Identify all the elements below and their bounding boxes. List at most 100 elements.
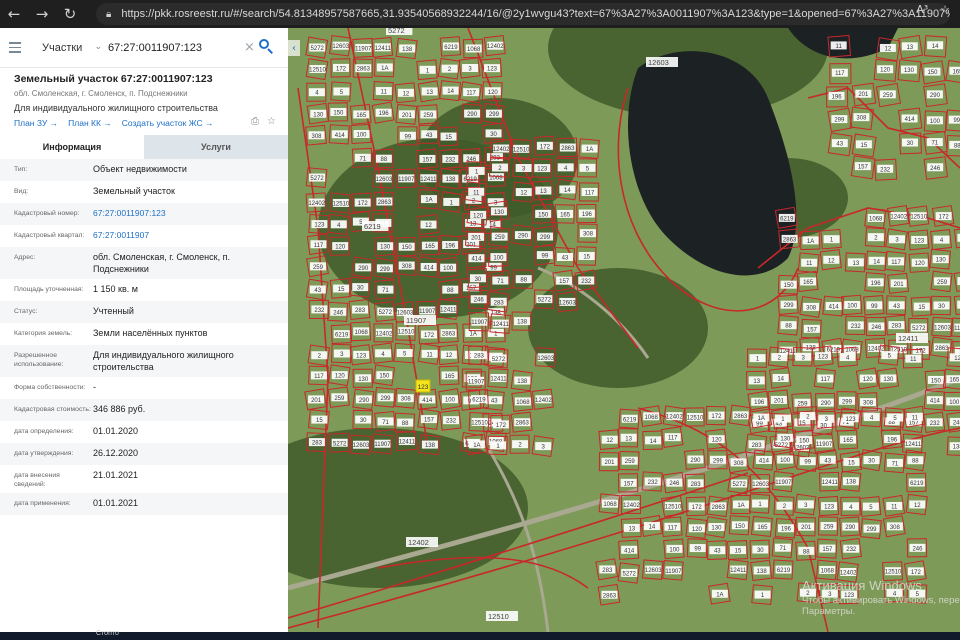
parcel-label: 308 (806, 305, 817, 311)
map-canvas[interactable]: 5272 12603 11907 12411 138 6219 1068 12402 12510… (288, 28, 960, 632)
search-button[interactable] (258, 38, 274, 54)
browser-actions: A³ ☆ (916, 3, 950, 16)
parcel-label: 15 (848, 460, 855, 466)
parcel-label: 12411 (399, 440, 416, 446)
info-value[interactable]: 67:27:0011907:123 (93, 207, 288, 219)
tab-information[interactable]: Информация (0, 135, 144, 159)
parcel-label: 201 (894, 282, 905, 288)
parcel-label: 11907 (355, 46, 372, 52)
parcel-label: 138 (953, 445, 960, 451)
star-icon[interactable]: ☆ (267, 116, 276, 127)
parcel-label: 6219 (472, 398, 486, 404)
parcel-label: 30 (475, 277, 482, 283)
address-bar[interactable]: 🔒︎ https://pkk.rosreestr.ru/#/search/54.… (96, 3, 950, 25)
parcel-label: 283 (494, 300, 505, 306)
print-icon[interactable]: ⎙ (251, 116, 259, 127)
parcel-label: 283 (752, 443, 763, 449)
parcel-label: 299 (380, 267, 391, 273)
parcel-label: 138 (517, 379, 528, 385)
create-plot-link[interactable]: Создать участок ЖС → (122, 118, 214, 128)
parcel-label: 1А (758, 416, 765, 422)
parcel-label: 117 (466, 91, 476, 97)
parcel-label: 414 (624, 548, 635, 554)
parcel-label: 150 (799, 439, 810, 445)
plan-kk-link[interactable]: План КК → (68, 118, 112, 128)
parcel-label: 71 (892, 461, 899, 467)
parcel-label: 308 (312, 134, 323, 140)
parcel-label: 172 (939, 215, 950, 221)
parcel-label: 232 (446, 419, 457, 425)
parcel-label: 100 (493, 256, 504, 262)
parcel-label: 100 (780, 458, 791, 464)
parcel-label: 117 (585, 190, 595, 196)
parcel-label: 201 (774, 398, 785, 404)
parcel-label: 12402 (535, 398, 552, 404)
object-title: Земельный участок 67:27:0011907:123 (14, 73, 213, 85)
parcel-label: 1068 (355, 330, 369, 336)
parcel-label: 15 (316, 418, 323, 424)
parcel-label: 11907 (468, 379, 485, 385)
parcel-label: 43 (836, 142, 843, 148)
plan-zu-link[interactable]: План ЗУ → (14, 118, 58, 128)
info-label: Разрешенное использование: (14, 352, 64, 368)
search-type-select[interactable]: Участки ⌄ (30, 42, 102, 54)
taskbar-search-label[interactable]: Стопто (96, 630, 119, 637)
hamburger-menu-icon[interactable] (0, 42, 30, 53)
parcel-label: 157 (858, 165, 869, 171)
back-button[interactable]: ← (0, 0, 28, 28)
parcel-label: 14 (650, 439, 657, 445)
parcel-label: 1068 (869, 216, 883, 222)
parcel-label: 15 (918, 305, 925, 311)
parcel-label: 2863 (603, 593, 617, 599)
clear-icon[interactable]: × (244, 40, 255, 55)
parcel-label: 11 (426, 352, 433, 358)
parcel-label: 12603 (376, 177, 393, 183)
parcel-label: 138 (846, 480, 857, 486)
parcel-label: 283 (891, 324, 902, 330)
search-input[interactable] (108, 41, 243, 54)
parcel-label: 308 (402, 264, 413, 270)
info-row: Статус: Учтенный (0, 301, 288, 323)
parcel-label: 290 (518, 234, 529, 240)
parcel-label: 165 (757, 525, 768, 531)
parcel-label: 130 (494, 210, 505, 216)
parcel-label: 259 (823, 525, 834, 531)
parcel-label: 11907 (471, 320, 488, 326)
parcel-label: 12510 (309, 68, 326, 74)
parcel-label: 201 (604, 460, 615, 466)
tab-services[interactable]: Услуги (144, 135, 288, 159)
parcel-label: 88 (447, 288, 454, 294)
parcel-label: 290 (359, 398, 370, 404)
parcel-label: 11907 (665, 569, 682, 575)
parcel-label: 283 (355, 308, 366, 314)
parcel-label: 12510 (333, 201, 350, 207)
parcel-label: 12 (425, 223, 432, 229)
parcel-label: 172 (711, 414, 722, 420)
cadastral-map[interactable]: 5272 12603 11907 12411 138 6219 1068 12402 12510… (288, 28, 960, 632)
parcel-label: 6219 (910, 481, 924, 487)
parcel-label: 88 (520, 278, 527, 284)
parcel-label: 196 (781, 527, 792, 533)
taskbar: Стопто (0, 630, 960, 640)
info-row: Форма собственности: - (0, 377, 288, 399)
reload-button[interactable]: ↻ (56, 0, 84, 28)
object-use: Для индивидуального жилищного строительс… (14, 103, 218, 113)
parcel-label: 5272 (310, 176, 324, 182)
info-value[interactable]: 67:27:0011907 (93, 229, 288, 241)
parcel-label: 130 (780, 436, 791, 442)
parcel-label: 43 (314, 288, 321, 294)
forward-button[interactable]: → (28, 0, 56, 28)
parcel-label: 12 (606, 438, 613, 444)
parcel-label: 123 (356, 353, 367, 359)
parcel-label: 12603 (353, 443, 370, 449)
parcel-label: 165 (445, 374, 456, 380)
parcel-label: 138 (445, 177, 456, 183)
parcel-label: 43 (893, 304, 900, 310)
chevron-down-icon: ⌄ (94, 41, 102, 52)
collapse-panel-button[interactable]: ‹ (288, 40, 300, 56)
parcel-label: 2863 (516, 421, 530, 427)
windows-activation-watermark: Активация Windows Чтобы активировать Win… (802, 578, 960, 617)
read-aloud-icon[interactable]: A³ (916, 3, 928, 16)
parcel-label: 5272 (333, 441, 347, 447)
favorite-icon[interactable]: ☆ (940, 3, 950, 16)
